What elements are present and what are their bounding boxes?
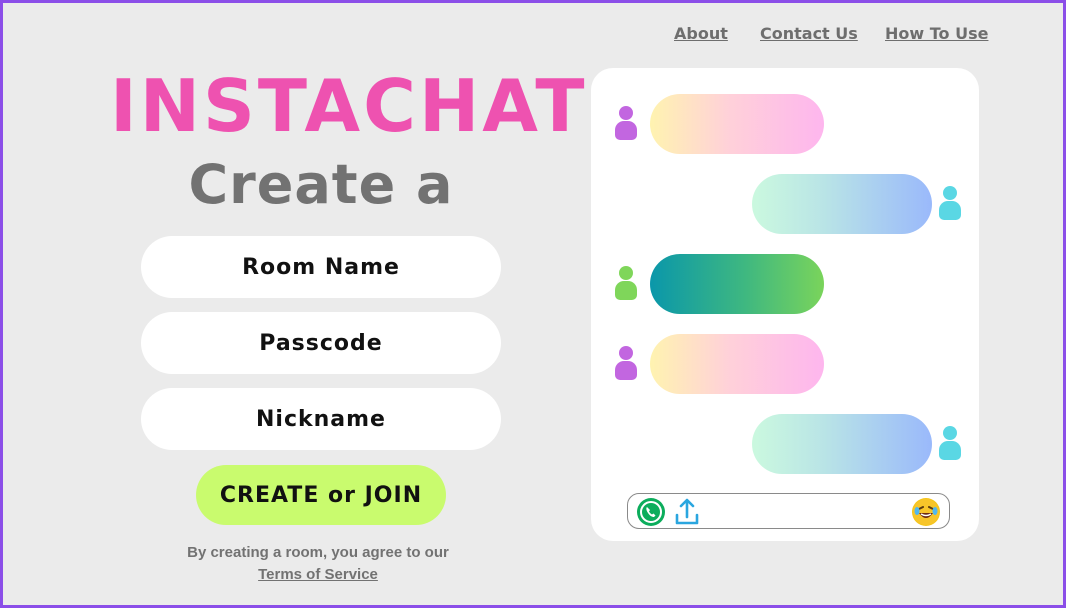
chat-bubble-left <box>650 94 824 154</box>
cyan-user-icon <box>937 186 963 222</box>
purple-user-icon <box>613 346 639 382</box>
nav-about-link[interactable]: About <box>674 24 728 43</box>
chat-bubble-left <box>650 254 824 314</box>
chat-bubble-left <box>650 334 824 394</box>
room-name-input[interactable] <box>141 236 501 298</box>
chat-bubble-right <box>752 414 932 474</box>
cyan-user-icon <box>937 426 963 462</box>
terms-text: By creating a room, you agree to our <box>187 544 449 561</box>
nav-how-to-use-link[interactable]: How To Use <box>885 24 988 43</box>
brand-logo: INSTACHAT <box>110 64 588 148</box>
chat-preview-panel <box>591 68 979 541</box>
upload-icon[interactable] <box>674 497 700 527</box>
terms-notice: By creating a room, you agree to our Ter… <box>150 542 486 586</box>
chat-input-bar[interactable] <box>627 493 950 529</box>
green-user-icon <box>613 266 639 302</box>
nickname-input[interactable] <box>141 388 501 450</box>
passcode-input[interactable] <box>141 312 501 374</box>
top-nav: About Contact Us How To Use <box>0 24 1066 48</box>
nav-contact-link[interactable]: Contact Us <box>760 24 858 43</box>
purple-user-icon <box>613 106 639 142</box>
create-or-join-button[interactable]: CREATE or JOIN <box>196 465 446 525</box>
chat-bubble-right <box>752 174 932 234</box>
phone-icon[interactable] <box>637 498 665 526</box>
terms-of-service-link[interactable]: Terms of Service <box>258 566 378 583</box>
laughing-emoji-icon[interactable] <box>912 498 940 526</box>
